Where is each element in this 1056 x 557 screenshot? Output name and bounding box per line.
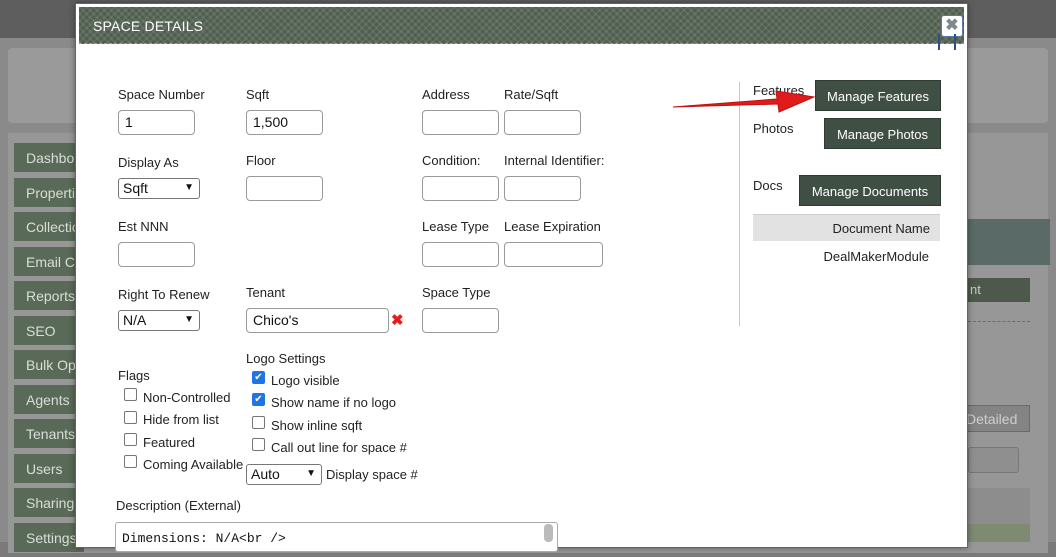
photos-label: Photos — [753, 121, 794, 136]
chevron-down-icon: ▼ — [184, 314, 194, 325]
sqft-label: Sqft — [246, 87, 270, 102]
lease-type-input[interactable] — [422, 242, 499, 267]
sidebar-item-tenants[interactable]: Tenants — [14, 419, 84, 448]
docs-label: Docs — [753, 178, 783, 193]
dialog-title: SPACE DETAILS — [93, 18, 204, 34]
condition-label: Condition: — [422, 153, 481, 168]
show-inline-sqft-label: Show inline sqft — [271, 418, 363, 433]
sqft-input[interactable]: 1,500 — [246, 110, 323, 135]
chevron-down-icon: ▼ — [306, 468, 316, 479]
sidebar-item-bulk-operations[interactable]: Bulk Op — [14, 350, 84, 379]
sidebar-item-dashboard[interactable]: Dashbo — [14, 143, 84, 172]
sidebar-item-agents[interactable]: Agents — [14, 384, 84, 414]
lease-type-label: Lease Type — [422, 219, 489, 234]
manage-features-button[interactable]: Manage Features — [815, 80, 941, 111]
display-as-label: Display As — [118, 155, 179, 170]
display-space-label: Display space # — [326, 467, 418, 482]
space-number-input[interactable]: 1 — [118, 110, 195, 135]
sidebar-item-reports[interactable]: Reports — [14, 281, 84, 310]
description-textarea[interactable]: Dimensions: N/A<br /> — [115, 522, 558, 552]
background-divider — [968, 321, 1030, 322]
rate-sqft-input[interactable] — [504, 110, 581, 135]
floor-input[interactable] — [246, 176, 323, 201]
show-name-checkbox[interactable]: ✔ — [252, 393, 265, 406]
clear-tenant-icon[interactable]: ✖ — [391, 311, 404, 329]
sidebar-divider — [739, 82, 740, 326]
space-number-label: Space Number — [118, 87, 205, 102]
sidebar-item-collections[interactable]: Collectio — [14, 212, 84, 241]
manage-photos-button[interactable]: Manage Photos — [824, 118, 941, 149]
condition-input[interactable] — [422, 176, 499, 201]
close-button-focus-outline — [938, 34, 956, 50]
show-inline-sqft-checkbox[interactable] — [252, 416, 265, 429]
tenant-input[interactable]: Chico's — [246, 308, 389, 333]
sidebar-item-email[interactable]: Email C — [14, 246, 84, 276]
non-controlled-checkbox[interactable] — [124, 388, 137, 401]
call-out-line-label: Call out line for space # — [271, 440, 407, 455]
manage-documents-button[interactable]: Manage Documents — [799, 175, 941, 206]
chevron-down-icon: ▼ — [184, 182, 194, 193]
internal-identifier-label: Internal Identifier: — [504, 153, 605, 168]
right-to-renew-value: N/A — [123, 312, 147, 328]
address-input[interactable] — [422, 110, 499, 135]
internal-identifier-input[interactable] — [504, 176, 581, 201]
logo-visible-label: Logo visible — [271, 373, 340, 388]
logo-visible-checkbox[interactable]: ✔ — [252, 371, 265, 384]
call-out-line-checkbox[interactable] — [252, 438, 265, 451]
featured-checkbox[interactable] — [124, 433, 137, 446]
background-green-strip — [968, 524, 1030, 542]
tenant-label: Tenant — [246, 285, 286, 300]
est-nnn-label: Est NNN — [118, 219, 169, 234]
description-label: Description (External) — [116, 498, 241, 513]
space-details-dialog: SPACE DETAILS ✖ Space Number 1 Sqft 1,50… — [75, 3, 968, 552]
address-label: Address — [422, 87, 470, 102]
background-sidebar: Dashbo Properti Collectio Email C Report… — [14, 143, 84, 557]
hide-from-list-label: Hide from list — [143, 412, 219, 427]
space-type-input[interactable] — [422, 308, 499, 333]
background-strip — [968, 488, 1030, 528]
dialog-header[interactable]: SPACE DETAILS ✖ — [79, 7, 964, 44]
sidebar-item-sharing[interactable]: Sharing — [14, 488, 84, 517]
non-controlled-label: Non-Controlled — [143, 390, 231, 405]
est-nnn-input[interactable] — [118, 242, 195, 267]
flags-label: Flags — [118, 368, 150, 383]
sidebar-item-seo[interactable]: SEO — [14, 315, 84, 345]
display-space-value: Auto — [251, 466, 280, 482]
coming-available-checkbox[interactable] — [124, 455, 137, 468]
logo-settings-label: Logo Settings — [246, 351, 326, 366]
right-to-renew-select[interactable]: N/A ▼ — [118, 310, 200, 331]
show-name-label: Show name if no logo — [271, 395, 397, 410]
space-type-label: Space Type — [422, 285, 491, 300]
display-space-select[interactable]: Auto ▼ — [246, 464, 322, 485]
sidebar-item-properties[interactable]: Properti — [14, 177, 84, 207]
lease-expiration-input[interactable] — [504, 242, 603, 267]
annotation-arrow-icon — [673, 90, 816, 113]
hide-from-list-checkbox[interactable] — [124, 411, 137, 424]
rate-sqft-label: Rate/Sqft — [504, 87, 559, 102]
sidebar-item-users[interactable]: Users — [14, 453, 84, 483]
sidebar-item-settings[interactable]: Settings — [14, 522, 84, 552]
coming-available-label: Coming Available — [143, 457, 244, 472]
textarea-scrollbar[interactable] — [544, 524, 553, 542]
background-right-bar — [968, 219, 1050, 265]
document-row[interactable]: DealMakerModule — [753, 244, 940, 269]
right-to-renew-label: Right To Renew — [118, 287, 210, 302]
display-as-select[interactable]: Sqft ▼ — [118, 178, 200, 199]
featured-label: Featured — [143, 435, 196, 450]
display-as-value: Sqft — [123, 180, 148, 196]
lease-expiration-label: Lease Expiration — [504, 219, 601, 234]
background-input[interactable] — [968, 447, 1019, 473]
floor-label: Floor — [246, 153, 276, 168]
document-name-header[interactable]: Document Name — [753, 214, 940, 241]
